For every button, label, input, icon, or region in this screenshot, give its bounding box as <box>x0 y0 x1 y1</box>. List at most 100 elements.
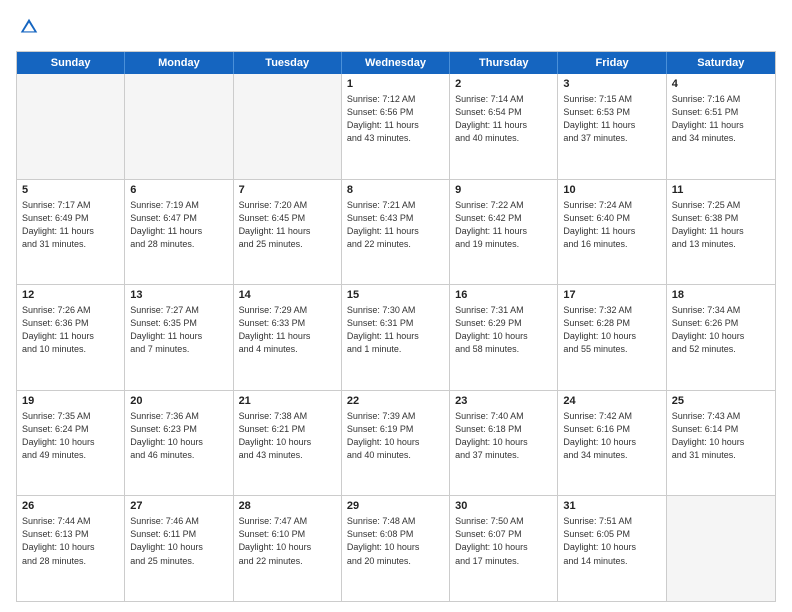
calendar-row-0: 1 Sunrise: 7:12 AM Sunset: 6:56 PM Daylig… <box>17 74 775 179</box>
day-cell-25: 25Sunrise: 7:43 AM Sunset: 6:14 PM Dayli… <box>667 391 775 496</box>
day-cell-2: 2 Sunrise: 7:14 AM Sunset: 6:54 PM Daylig… <box>450 74 558 179</box>
calendar-row-4: 26 Sunrise: 7:44 AM Sunset: 6:13 PM Dayli… <box>17 495 775 601</box>
day-number: 21 <box>239 395 336 407</box>
day-info: Sunrise: 7:34 AM Sunset: 6:26 PM Dayligh… <box>672 304 770 356</box>
day-info: Sunrise: 7:51 AM Sunset: 6:05 PM Dayligh… <box>563 515 660 567</box>
day-cell-27: 27Sunrise: 7:46 AM Sunset: 6:11 PM Dayli… <box>125 496 233 601</box>
day-info: Sunrise: 7:16 AM Sunset: 6:51 PM Dayligh… <box>672 93 770 145</box>
header-day-saturday: Saturday <box>667 52 775 74</box>
calendar-row-3: 19 Sunrise: 7:35 AM Sunset: 6:24 PM Dayli… <box>17 390 775 496</box>
day-number: 29 <box>347 500 444 512</box>
day-number: 22 <box>347 395 444 407</box>
day-cell-11: 11 Sunrise: 7:25 AM Sunset: 6:38 PM Dayli… <box>667 180 775 285</box>
day-cell-14: 14Sunrise: 7:29 AM Sunset: 6:33 PM Dayli… <box>234 285 342 390</box>
header-day-thursday: Thursday <box>450 52 558 74</box>
day-cell-17: 17 Sunrise: 7:32 AM Sunset: 6:28 PM Dayli… <box>558 285 666 390</box>
day-number: 8 <box>347 184 444 196</box>
day-number: 20 <box>130 395 227 407</box>
day-info: Sunrise: 7:21 AM Sunset: 6:43 PM Dayligh… <box>347 199 444 251</box>
day-cell-15: 15 Sunrise: 7:30 AM Sunset: 6:31 PM Dayli… <box>342 285 450 390</box>
day-number: 23 <box>455 395 552 407</box>
day-number: 9 <box>455 184 552 196</box>
day-cell-20: 20 Sunrise: 7:36 AM Sunset: 6:23 PM Dayli… <box>125 391 233 496</box>
day-info: Sunrise: 7:39 AM Sunset: 6:19 PM Dayligh… <box>347 410 444 462</box>
calendar-row-1: 5 Sunrise: 7:17 AM Sunset: 6:49 PM Daylig… <box>17 179 775 285</box>
day-info: Sunrise: 7:17 AM Sunset: 6:49 PM Dayligh… <box>22 199 119 251</box>
day-number: 19 <box>22 395 119 407</box>
day-cell-18: 18Sunrise: 7:34 AM Sunset: 6:26 PM Dayli… <box>667 285 775 390</box>
page: SundayMondayTuesdayWednesdayThursdayFrid… <box>0 0 792 612</box>
day-info: Sunrise: 7:40 AM Sunset: 6:18 PM Dayligh… <box>455 410 552 462</box>
day-info: Sunrise: 7:42 AM Sunset: 6:16 PM Dayligh… <box>563 410 660 462</box>
day-cell-5: 5 Sunrise: 7:17 AM Sunset: 6:49 PM Daylig… <box>17 180 125 285</box>
day-cell-29: 29 Sunrise: 7:48 AM Sunset: 6:08 PM Dayli… <box>342 496 450 601</box>
day-number: 27 <box>130 500 227 512</box>
logo-icon <box>18 16 40 38</box>
day-cell-16: 16 Sunrise: 7:31 AM Sunset: 6:29 PM Dayli… <box>450 285 558 390</box>
day-number: 5 <box>22 184 119 196</box>
day-info: Sunrise: 7:36 AM Sunset: 6:23 PM Dayligh… <box>130 410 227 462</box>
day-cell-21: 21 Sunrise: 7:38 AM Sunset: 6:21 PM Dayli… <box>234 391 342 496</box>
calendar: SundayMondayTuesdayWednesdayThursdayFrid… <box>16 51 776 602</box>
day-cell-4: 4 Sunrise: 7:16 AM Sunset: 6:51 PM Daylig… <box>667 74 775 179</box>
header-day-friday: Friday <box>558 52 666 74</box>
day-info: Sunrise: 7:22 AM Sunset: 6:42 PM Dayligh… <box>455 199 552 251</box>
day-number: 16 <box>455 289 552 301</box>
empty-cell-0-2 <box>234 74 342 179</box>
day-number: 2 <box>455 78 552 90</box>
header-day-tuesday: Tuesday <box>234 52 342 74</box>
day-number: 15 <box>347 289 444 301</box>
logo <box>16 16 40 43</box>
day-number: 11 <box>672 184 770 196</box>
day-info: Sunrise: 7:25 AM Sunset: 6:38 PM Dayligh… <box>672 199 770 251</box>
day-info: Sunrise: 7:48 AM Sunset: 6:08 PM Dayligh… <box>347 515 444 567</box>
calendar-header: SundayMondayTuesdayWednesdayThursdayFrid… <box>17 52 775 74</box>
day-info: Sunrise: 7:31 AM Sunset: 6:29 PM Dayligh… <box>455 304 552 356</box>
day-number: 4 <box>672 78 770 90</box>
empty-cell-0-1 <box>125 74 233 179</box>
day-info: Sunrise: 7:19 AM Sunset: 6:47 PM Dayligh… <box>130 199 227 251</box>
day-number: 6 <box>130 184 227 196</box>
calendar-body: 1 Sunrise: 7:12 AM Sunset: 6:56 PM Daylig… <box>17 74 775 601</box>
day-cell-7: 7 Sunrise: 7:20 AM Sunset: 6:45 PM Daylig… <box>234 180 342 285</box>
day-number: 26 <box>22 500 119 512</box>
empty-cell-0-0 <box>17 74 125 179</box>
day-cell-10: 10Sunrise: 7:24 AM Sunset: 6:40 PM Dayli… <box>558 180 666 285</box>
day-cell-22: 22 Sunrise: 7:39 AM Sunset: 6:19 PM Dayli… <box>342 391 450 496</box>
day-info: Sunrise: 7:20 AM Sunset: 6:45 PM Dayligh… <box>239 199 336 251</box>
day-number: 24 <box>563 395 660 407</box>
day-cell-30: 30 Sunrise: 7:50 AM Sunset: 6:07 PM Dayli… <box>450 496 558 601</box>
day-info: Sunrise: 7:35 AM Sunset: 6:24 PM Dayligh… <box>22 410 119 462</box>
day-number: 1 <box>347 78 444 90</box>
day-info: Sunrise: 7:14 AM Sunset: 6:54 PM Dayligh… <box>455 93 552 145</box>
day-number: 14 <box>239 289 336 301</box>
day-cell-1: 1 Sunrise: 7:12 AM Sunset: 6:56 PM Daylig… <box>342 74 450 179</box>
day-cell-24: 24 Sunrise: 7:42 AM Sunset: 6:16 PM Dayli… <box>558 391 666 496</box>
day-number: 31 <box>563 500 660 512</box>
day-info: Sunrise: 7:50 AM Sunset: 6:07 PM Dayligh… <box>455 515 552 567</box>
day-info: Sunrise: 7:12 AM Sunset: 6:56 PM Dayligh… <box>347 93 444 145</box>
day-cell-12: 12Sunrise: 7:26 AM Sunset: 6:36 PM Dayli… <box>17 285 125 390</box>
header-day-monday: Monday <box>125 52 233 74</box>
day-number: 17 <box>563 289 660 301</box>
day-cell-3: 3 Sunrise: 7:15 AM Sunset: 6:53 PM Daylig… <box>558 74 666 179</box>
day-info: Sunrise: 7:15 AM Sunset: 6:53 PM Dayligh… <box>563 93 660 145</box>
day-cell-6: 6 Sunrise: 7:19 AM Sunset: 6:47 PM Daylig… <box>125 180 233 285</box>
header <box>16 16 776 43</box>
day-info: Sunrise: 7:47 AM Sunset: 6:10 PM Dayligh… <box>239 515 336 567</box>
day-info: Sunrise: 7:38 AM Sunset: 6:21 PM Dayligh… <box>239 410 336 462</box>
day-number: 12 <box>22 289 119 301</box>
day-cell-23: 23 Sunrise: 7:40 AM Sunset: 6:18 PM Dayli… <box>450 391 558 496</box>
day-number: 28 <box>239 500 336 512</box>
header-day-wednesday: Wednesday <box>342 52 450 74</box>
day-cell-8: 8 Sunrise: 7:21 AM Sunset: 6:43 PM Daylig… <box>342 180 450 285</box>
day-cell-26: 26 Sunrise: 7:44 AM Sunset: 6:13 PM Dayli… <box>17 496 125 601</box>
day-info: Sunrise: 7:30 AM Sunset: 6:31 PM Dayligh… <box>347 304 444 356</box>
day-number: 30 <box>455 500 552 512</box>
day-info: Sunrise: 7:44 AM Sunset: 6:13 PM Dayligh… <box>22 515 119 567</box>
day-number: 7 <box>239 184 336 196</box>
day-number: 3 <box>563 78 660 90</box>
empty-cell-4-6 <box>667 496 775 601</box>
day-cell-13: 13Sunrise: 7:27 AM Sunset: 6:35 PM Dayli… <box>125 285 233 390</box>
day-info: Sunrise: 7:32 AM Sunset: 6:28 PM Dayligh… <box>563 304 660 356</box>
